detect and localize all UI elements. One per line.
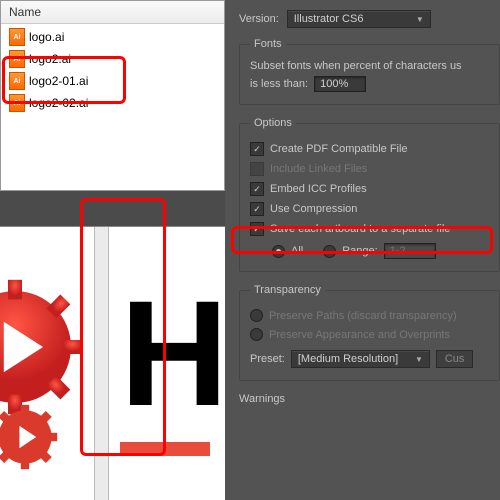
transparency-group: Transparency Preserve Paths (discard tra…: [239, 284, 500, 381]
all-radio[interactable]: [272, 245, 285, 258]
preset-label: Preset:: [250, 353, 285, 365]
artwork-preview: H: [0, 226, 225, 500]
preserve-appearance-radio: Preserve Appearance and Overprints: [250, 325, 491, 344]
include-linked-checkbox: Include Linked Files: [250, 159, 491, 179]
save-options-dialog: Version: Illustrator CS6 ▼ Fonts Subset …: [225, 0, 500, 500]
file-list: Ai logo.ai Ai logo2.ai Ai logo2-01.ai Ai…: [1, 24, 224, 116]
checkbox-icon: [250, 182, 264, 196]
gear-icon: [0, 402, 60, 472]
file-name: logo2.ai: [29, 52, 71, 66]
column-header-name[interactable]: Name: [1, 1, 224, 24]
chevron-down-icon: ▼: [415, 355, 423, 364]
red-bar: [120, 442, 210, 456]
file-browser: Name Ai logo.ai Ai logo2.ai Ai logo2-01.…: [0, 0, 225, 191]
radio-icon: [250, 328, 263, 341]
gear-icon: [0, 277, 85, 417]
transparency-legend: Transparency: [250, 284, 325, 296]
radio-icon: [250, 309, 263, 322]
custom-button: Cus: [436, 350, 474, 368]
ai-file-icon: Ai: [9, 50, 25, 68]
ai-file-icon: Ai: [9, 72, 25, 90]
checkbox-icon: [250, 142, 264, 156]
file-item[interactable]: Ai logo2-01.ai: [1, 70, 224, 92]
version-label: Version:: [239, 13, 279, 25]
options-group: Options Create PDF Compatible File Inclu…: [239, 117, 500, 272]
fonts-group: Fonts Subset fonts when percent of chara…: [239, 38, 500, 105]
version-dropdown[interactable]: Illustrator CS6 ▼: [287, 10, 431, 28]
warnings-label: Warnings: [239, 393, 500, 405]
fonts-legend: Fonts: [250, 38, 286, 50]
logo-letter: H: [120, 267, 225, 440]
file-item[interactable]: Ai logo2.ai: [1, 48, 224, 70]
less-than-label: is less than:: [250, 78, 308, 90]
embed-icc-checkbox[interactable]: Embed ICC Profiles: [250, 179, 491, 199]
options-legend: Options: [250, 117, 296, 129]
font-percent-input[interactable]: 100%: [314, 76, 366, 92]
range-input[interactable]: 1-2: [384, 243, 436, 259]
checkbox-icon: [250, 162, 264, 176]
create-pdf-checkbox[interactable]: Create PDF Compatible File: [250, 139, 491, 159]
file-name: logo2-01.ai: [29, 74, 88, 88]
file-name: logo2-02.ai: [29, 96, 88, 110]
checkbox-icon: [250, 202, 264, 216]
subset-fonts-text: Subset fonts when percent of characters …: [250, 60, 491, 72]
use-compression-checkbox[interactable]: Use Compression: [250, 199, 491, 219]
chevron-down-icon: ▼: [416, 15, 424, 24]
ai-file-icon: Ai: [9, 28, 25, 46]
ai-file-icon: Ai: [9, 94, 25, 112]
file-item[interactable]: Ai logo.ai: [1, 26, 224, 48]
preset-dropdown: [Medium Resolution] ▼: [291, 350, 430, 368]
preserve-paths-radio: Preserve Paths (discard transparency): [250, 306, 491, 325]
checkbox-icon: [250, 222, 264, 236]
range-radio[interactable]: [323, 245, 336, 258]
file-item[interactable]: Ai logo2-02.ai: [1, 92, 224, 114]
save-artboards-checkbox[interactable]: Save each artboard to a separate file: [250, 219, 491, 239]
file-name: logo.ai: [29, 30, 64, 44]
